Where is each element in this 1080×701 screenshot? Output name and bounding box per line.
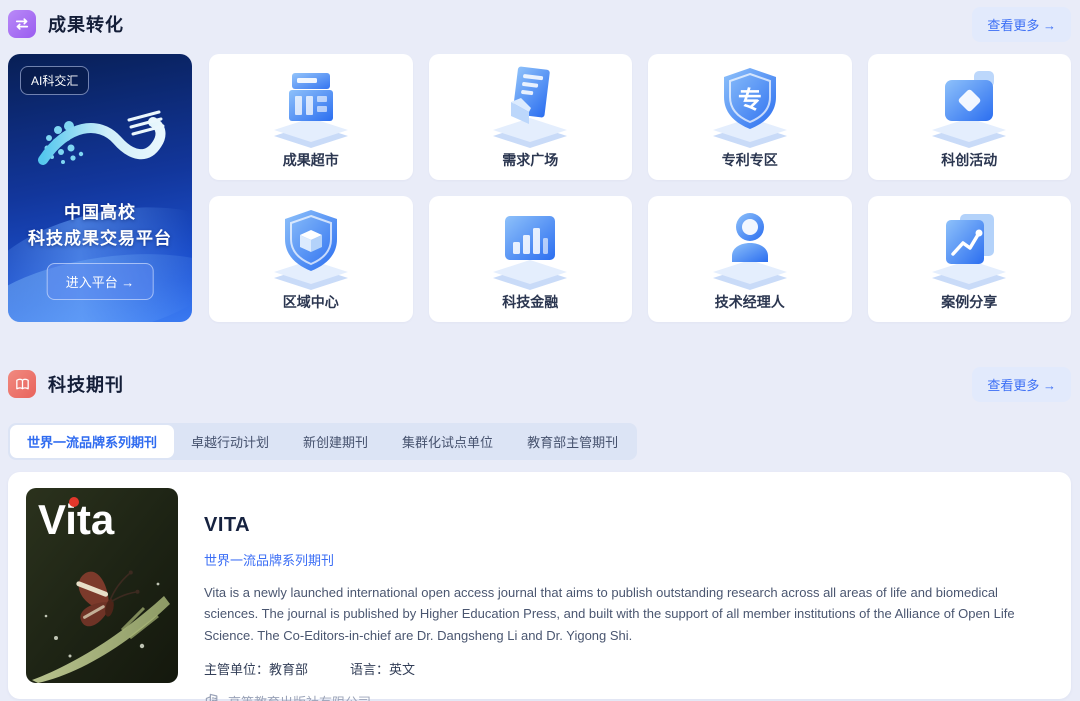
card-regional-center[interactable]: 区域中心	[209, 196, 413, 322]
journal-publisher: 高等教育出版社有限公司	[228, 692, 371, 701]
finance-chart-icon	[485, 202, 575, 292]
banner-title-line1: 中国高校	[8, 200, 192, 226]
journal-language: 语言：英文	[350, 659, 415, 678]
transform-grid: 成果超市	[209, 54, 1071, 322]
grid-card-label: 成果超市	[283, 150, 339, 170]
card-tech-finance[interactable]: 科技金融	[429, 196, 633, 322]
grid-card-label: 科技金融	[502, 292, 558, 312]
exchange-icon	[8, 10, 36, 38]
transform-section: 成果转化 查看更多 → AI科交汇	[8, 8, 1071, 322]
card-case-sharing[interactable]: 案例分享	[868, 196, 1072, 322]
tab-world-class-brand-journals[interactable]: 世界一流品牌系列期刊	[10, 425, 174, 458]
building-icon	[204, 692, 220, 701]
open-book-icon	[8, 370, 36, 398]
journal-info: VITA 世界一流品牌系列期刊 Vita is a newly launched…	[204, 488, 1051, 683]
transform-view-more-button[interactable]: 查看更多 →	[972, 7, 1071, 42]
patent-shield-icon: 专	[705, 60, 795, 150]
grid-card-label: 专利专区	[722, 150, 778, 170]
transform-section-header: 成果转化 查看更多 →	[8, 8, 1071, 40]
language-label: 语言：	[350, 662, 389, 677]
grid-card-label: 需求广场	[502, 150, 558, 170]
card-patent-zone[interactable]: 专 专利专区	[648, 54, 852, 180]
tech-manager-icon	[705, 202, 795, 292]
journals-section-header: 科技期刊 查看更多 →	[8, 368, 1071, 400]
card-tech-manager[interactable]: 技术经理人	[648, 196, 852, 322]
case-share-icon	[924, 202, 1014, 292]
infinity-swirl-logo-icon	[25, 102, 175, 193]
journals-header-left: 科技期刊	[8, 370, 124, 398]
journal-supervisor: 主管单位：教育部	[204, 659, 308, 678]
card-demand-plaza[interactable]: 需求广场	[429, 54, 633, 180]
transform-section-title: 成果转化	[48, 11, 124, 37]
transform-content-row: AI科交汇	[8, 54, 1071, 322]
journals-section: 科技期刊 查看更多 → 世界一流品牌系列期刊 卓越行动计划 新创建期刊 集群化试…	[8, 368, 1071, 699]
tab-cluster-pilot-units[interactable]: 集群化试点单位	[385, 425, 510, 458]
banner-title: 中国高校 科技成果交易平台	[8, 200, 192, 253]
journals-section-title: 科技期刊	[48, 371, 124, 397]
region-shield-icon	[266, 202, 356, 292]
journal-description: Vita is a newly launched international o…	[204, 582, 1051, 646]
supervisor-value: 教育部	[269, 662, 308, 677]
grid-card-label: 区域中心	[283, 292, 339, 312]
journals-view-more-button[interactable]: 查看更多 →	[972, 367, 1071, 402]
journal-publisher-row: 高等教育出版社有限公司	[204, 692, 1051, 701]
tab-newly-created-journals[interactable]: 新创建期刊	[286, 425, 385, 458]
journal-card-vita[interactable]: Vita VITA 世界一流品牌系列期刊 Vita is a newly lau…	[8, 472, 1071, 699]
journal-meta-row: 主管单位：教育部 语言：英文	[204, 659, 1051, 678]
page: 成果转化 查看更多 → AI科交汇	[0, 0, 1080, 699]
journal-tabs: 世界一流品牌系列期刊 卓越行动计划 新创建期刊 集群化试点单位 教育部主管期刊	[8, 423, 637, 460]
language-value: 英文	[389, 662, 415, 677]
platform-banner[interactable]: AI科交汇	[8, 54, 192, 322]
demand-doc-icon	[485, 60, 575, 150]
transform-header-left: 成果转化	[8, 10, 124, 38]
tab-moe-supervised-journals[interactable]: 教育部主管期刊	[510, 425, 635, 458]
card-innovation-activity[interactable]: 科创活动	[868, 54, 1072, 180]
journal-category-link[interactable]: 世界一流品牌系列期刊	[204, 550, 334, 569]
tab-excellence-action-plan[interactable]: 卓越行动计划	[174, 425, 286, 458]
journal-cover-image[interactable]: Vita	[26, 488, 178, 683]
patent-glyph: 专	[738, 86, 762, 114]
grid-card-label: 科创活动	[941, 150, 997, 170]
enter-platform-button[interactable]: 进入平台 →	[47, 263, 154, 300]
grid-card-label: 技术经理人	[715, 292, 785, 312]
ai-exchange-badge: AI科交汇	[20, 66, 89, 95]
grid-card-label: 案例分享	[941, 292, 997, 312]
market-icon	[266, 60, 356, 150]
journal-name: VITA	[204, 514, 1051, 537]
activity-camera-icon	[924, 60, 1014, 150]
card-achievement-market[interactable]: 成果超市	[209, 54, 413, 180]
supervisor-label: 主管单位：	[204, 662, 269, 677]
banner-title-line2: 科技成果交易平台	[8, 226, 192, 252]
